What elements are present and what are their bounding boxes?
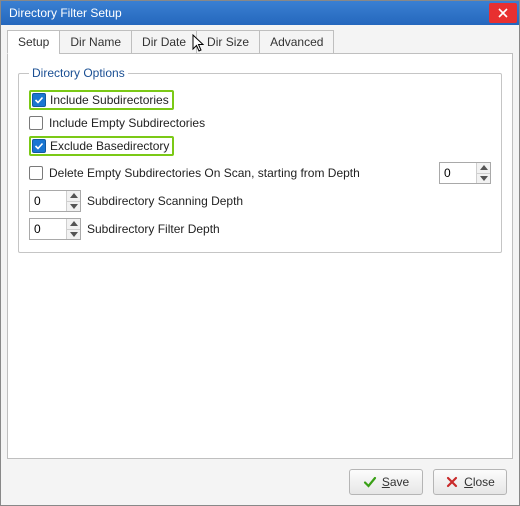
dialog-body: Setup Dir Name Dir Date Dir Size Advance… xyxy=(1,25,519,505)
checkbox-include-empty-subdirectories[interactable] xyxy=(29,116,43,130)
spin-up-button[interactable] xyxy=(67,191,80,202)
tab-advanced[interactable]: Advanced xyxy=(259,30,334,54)
chevron-up-icon xyxy=(480,165,488,170)
highlight-include-sub: Include Subdirectories xyxy=(29,90,174,110)
chevron-down-icon xyxy=(70,232,78,237)
save-button-label: Save xyxy=(382,475,409,489)
titlebar: Directory Filter Setup xyxy=(1,1,519,25)
label-delete-empty-subdirectories[interactable]: Delete Empty Subdirectories On Scan, sta… xyxy=(49,166,360,180)
close-icon xyxy=(498,8,508,18)
window-title: Directory Filter Setup xyxy=(9,6,122,20)
checkbox-delete-empty-subdirectories[interactable] xyxy=(29,166,43,180)
checkbox-include-subdirectories[interactable] xyxy=(32,93,46,107)
directory-options-group: Directory Options Include Subdirectories… xyxy=(18,66,502,253)
close-button-label: Close xyxy=(464,475,495,489)
chevron-down-icon xyxy=(480,176,488,181)
save-button[interactable]: Save xyxy=(349,469,423,495)
input-filter-depth[interactable] xyxy=(30,219,66,239)
tabstrip: Setup Dir Name Dir Date Dir Size Advance… xyxy=(7,29,513,53)
label-filter-depth: Subdirectory Filter Depth xyxy=(87,222,220,236)
tab-dir-size[interactable]: Dir Size xyxy=(196,30,259,54)
checkmark-icon xyxy=(34,95,44,105)
x-icon xyxy=(445,475,459,489)
spin-down-button[interactable] xyxy=(67,230,80,240)
tab-dir-name[interactable]: Dir Name xyxy=(59,30,131,54)
spin-down-button[interactable] xyxy=(67,202,80,212)
label-scanning-depth: Subdirectory Scanning Depth xyxy=(87,194,243,208)
label-include-empty-subdirectories[interactable]: Include Empty Subdirectories xyxy=(49,116,205,130)
spinner-scanning-depth[interactable] xyxy=(29,190,81,212)
spin-up-button[interactable] xyxy=(477,163,490,174)
label-include-subdirectories[interactable]: Include Subdirectories xyxy=(50,93,169,107)
spinner-delete-depth[interactable] xyxy=(439,162,491,184)
spinner-filter-depth[interactable] xyxy=(29,218,81,240)
chevron-down-icon xyxy=(70,204,78,209)
group-legend: Directory Options xyxy=(29,66,128,80)
highlight-exclude-base: Exclude Basedirectory xyxy=(29,136,174,156)
spin-down-button[interactable] xyxy=(477,174,490,184)
checkbox-exclude-basedirectory[interactable] xyxy=(32,139,46,153)
input-delete-depth[interactable] xyxy=(440,163,476,183)
tab-panel-setup: Directory Options Include Subdirectories… xyxy=(7,53,513,459)
chevron-up-icon xyxy=(70,193,78,198)
tab-setup[interactable]: Setup xyxy=(7,30,59,54)
check-icon xyxy=(363,475,377,489)
close-button[interactable]: Close xyxy=(433,469,507,495)
label-exclude-basedirectory[interactable]: Exclude Basedirectory xyxy=(50,139,169,153)
tab-dir-date[interactable]: Dir Date xyxy=(131,30,196,54)
dialog-footer: Save Close xyxy=(7,459,513,499)
spin-up-button[interactable] xyxy=(67,219,80,230)
chevron-up-icon xyxy=(70,221,78,226)
input-scanning-depth[interactable] xyxy=(30,191,66,211)
window-close-button[interactable] xyxy=(489,3,517,23)
checkmark-icon xyxy=(34,141,44,151)
